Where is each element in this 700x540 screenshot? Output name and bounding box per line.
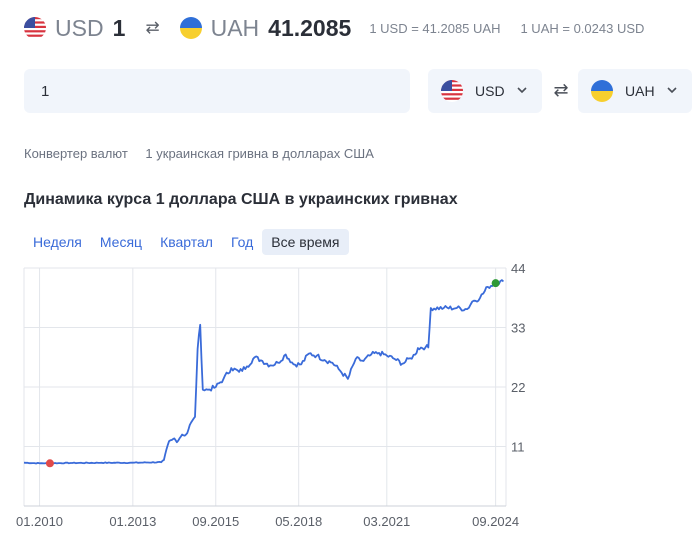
x-tick-label: 09.2024 [472,514,519,529]
tab-month[interactable]: Месяц [91,229,151,255]
us-flag-icon [24,17,46,39]
x-tick-label: 01.2013 [109,514,156,529]
from-currency-code: USD [55,14,104,41]
max-marker [491,279,500,288]
swap-icon: ⇄ [145,18,160,37]
tab-all-time[interactable]: Все время [262,229,349,255]
chevron-down-icon [517,87,527,94]
from-amount: 1 [112,14,126,41]
tab-year[interactable]: Год [222,229,262,255]
ua-flag-icon [591,80,613,102]
ua-flag-icon [179,17,202,39]
to-currency-select[interactable]: UAH [578,69,692,113]
tab-week[interactable]: Неделя [24,229,91,255]
us-flag-icon [441,80,463,102]
amount-input[interactable] [24,69,410,113]
rate-reverse: 1 UAH = 0.0243 USD [520,20,645,36]
chart-title: Динамика курса 1 доллара США в украински… [24,191,458,208]
swap-currencies-button[interactable]: ⇄ [550,79,572,101]
y-tick-label: 22 [511,380,525,395]
to-currency-label: UAH [625,83,655,99]
y-tick-label: 44 [511,261,525,276]
y-tick-label: 11 [511,440,525,455]
to-amount: 41.2085 [268,14,352,41]
converter-panel: USD ⇄ UAH [0,60,700,128]
x-tick-label: 09.2015 [192,514,239,529]
min-marker [45,459,54,468]
breadcrumb-item-converter[interactable]: Конвертер валют [24,146,128,161]
series-line [23,279,505,465]
tab-quarter[interactable]: Квартал [151,229,222,255]
rate-summary: USD 1 ⇄ UAH 41.2085 1 USD = 41.2085 UAH … [24,12,644,44]
period-tabs: Неделя Месяц Квартал Год Все время [24,229,349,255]
rate-forward: 1 USD = 41.2085 UAH [369,20,501,36]
to-currency-code: UAH [210,14,260,41]
x-tick-label: 01.2010 [16,514,63,529]
chevron-down-icon [667,87,677,94]
from-currency-select[interactable]: USD [428,69,542,113]
breadcrumb: Конвертер валют 1 украинская гривна в до… [24,146,388,161]
x-tick-label: 05.2018 [275,514,322,529]
y-tick-label: 33 [511,321,525,336]
exchange-rate-chart: 11 22 33 44 01.2010 01.2013 09.2015 05.2018 03.2… [16,261,525,529]
from-currency-label: USD [475,83,505,99]
x-tick-label: 03.2021 [363,514,410,529]
breadcrumb-item-current[interactable]: 1 украинская гривна в долларах США [145,146,373,161]
